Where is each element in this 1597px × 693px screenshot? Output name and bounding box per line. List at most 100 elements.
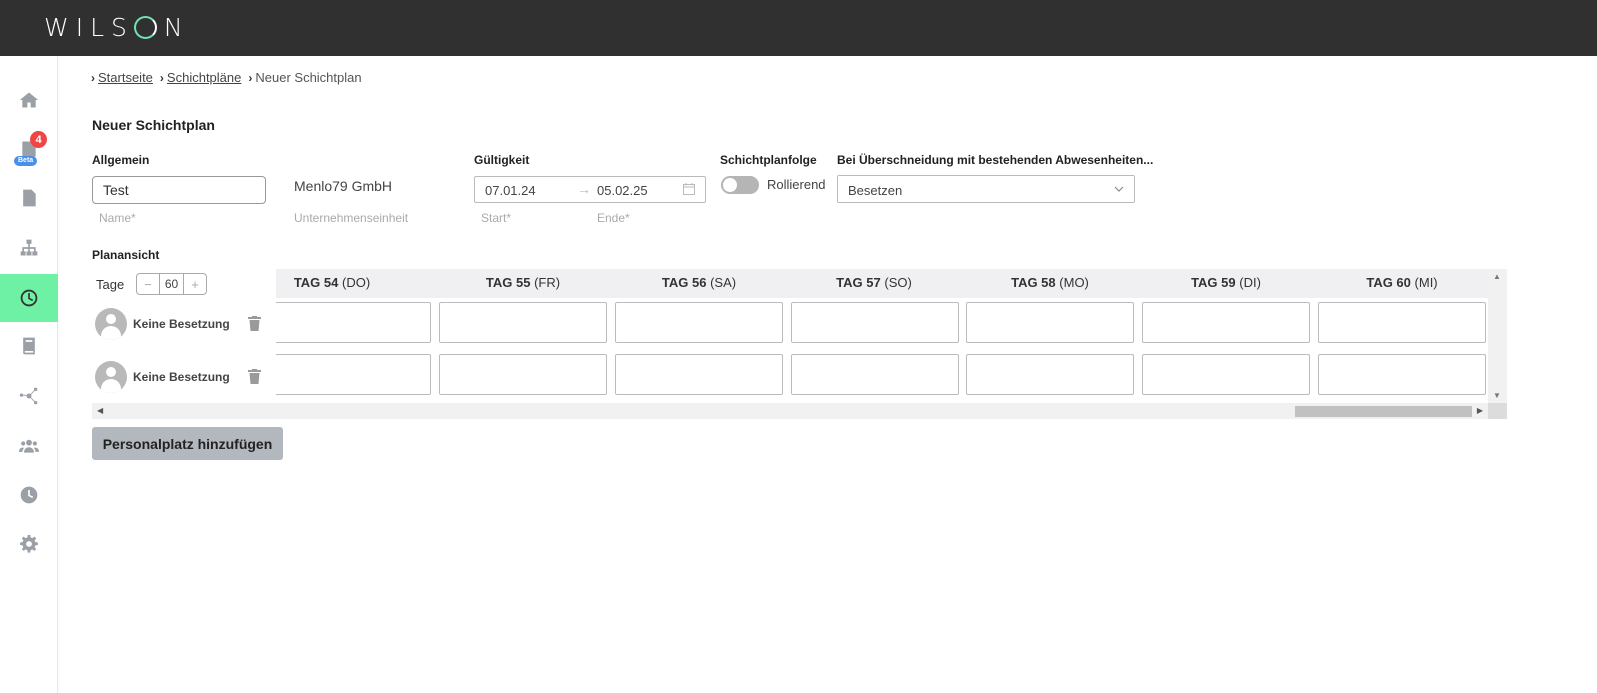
shift-cell[interactable] — [791, 354, 959, 395]
shift-cell[interactable] — [1318, 354, 1486, 395]
overlap-select[interactable]: Besetzen — [837, 175, 1135, 203]
notification-badge: 4 — [30, 131, 47, 148]
day-column-header: TAG 60 (MI) — [1366, 275, 1438, 290]
scroll-up-arrow-icon[interactable]: ▲ — [1493, 272, 1501, 281]
vertical-scrollbar[interactable]: ▲ ▼ — [1488, 269, 1507, 403]
sidebar-item-report[interactable] — [0, 174, 58, 222]
person-name: Keine Besetzung — [133, 317, 230, 331]
network-icon — [20, 239, 38, 256]
validity-label: Gültigkeit — [474, 153, 530, 167]
logo-text-suffix: N — [163, 12, 190, 42]
shift-cell[interactable] — [966, 354, 1134, 395]
breadcrumb: › Startseite › Schichtpläne › Neuer Schi… — [91, 70, 362, 85]
horizontal-scroll-thumb[interactable] — [1295, 406, 1472, 417]
person-name: Keine Besetzung — [133, 370, 230, 384]
sidebar-item-organization[interactable] — [0, 224, 58, 272]
avatar — [95, 308, 127, 340]
shift-cell[interactable] — [439, 354, 607, 395]
rolling-toggle-label: Rollierend — [767, 177, 826, 192]
days-stepper: − 60 + — [136, 273, 207, 295]
sidebar-item-users[interactable] — [0, 422, 58, 470]
wilson-logo[interactable]: WILS N — [44, 12, 190, 42]
chevron-down-icon — [1114, 186, 1124, 192]
end-hint: Ende* — [597, 211, 630, 225]
sequence-label: Schichtplanfolge — [720, 153, 817, 167]
horizontal-scrollbar[interactable]: ◀ ▶ — [92, 403, 1488, 419]
sidebar-item-settings[interactable] — [0, 520, 58, 568]
days-label: Tage — [96, 277, 125, 292]
trash-icon[interactable] — [248, 369, 261, 384]
day-column-header: TAG 59 (DI) — [1191, 275, 1261, 290]
day-column-header: TAG 55 (FR) — [485, 275, 561, 290]
shift-cell[interactable] — [1142, 302, 1310, 343]
logo-ring-icon — [133, 15, 157, 39]
days-value[interactable]: 60 — [159, 274, 184, 294]
shift-row-person: Keine Besetzung — [95, 308, 230, 340]
start-date[interactable]: 07.01.24 — [485, 183, 536, 198]
column-clip — [262, 300, 276, 400]
day-column-header: TAG 56 (SA) — [661, 275, 737, 290]
logo-text-prefix: WILS — [44, 12, 134, 42]
scrollbar-corner — [1488, 403, 1507, 419]
scroll-right-arrow-icon[interactable]: ▶ — [1477, 406, 1483, 415]
add-staff-slot-button[interactable]: Personalplatz hinzufügen — [92, 427, 283, 460]
sidebar-item-book[interactable] — [0, 322, 58, 370]
shift-cell[interactable] — [966, 302, 1134, 343]
days-decrement-button[interactable]: − — [137, 274, 159, 294]
shift-row-person: Keine Besetzung — [95, 361, 230, 393]
shift-cell[interactable] — [1142, 354, 1310, 395]
alert-file-icon — [23, 189, 36, 207]
shift-cell[interactable] — [262, 354, 431, 395]
date-range-picker[interactable]: 07.01.24 → 05.02.25 — [474, 176, 706, 203]
sidebar-item-time[interactable] — [0, 471, 58, 519]
overlap-label: Bei Überschneidung mit bestehenden Abwes… — [837, 153, 1154, 167]
sidebar: 4 Beta — [0, 56, 58, 693]
book-icon — [23, 337, 35, 355]
general-label: Allgemein — [92, 153, 150, 167]
overlap-select-value: Besetzen — [848, 183, 903, 198]
shift-cell[interactable] — [615, 354, 783, 395]
company-hint: Unternehmenseinheit — [294, 211, 409, 225]
end-date[interactable]: 05.02.25 — [597, 183, 648, 198]
chevron-right-icon: › — [159, 70, 164, 85]
shift-cell[interactable] — [262, 302, 431, 343]
rolling-toggle[interactable] — [721, 176, 759, 194]
clock-solid-icon — [20, 486, 38, 504]
breadcrumb-current: Neuer Schichtplan — [255, 70, 362, 85]
sidebar-item-documents[interactable]: 4 Beta — [0, 125, 58, 173]
page-title: Neuer Schichtplan — [92, 117, 215, 133]
breadcrumb-link-shiftplans[interactable]: Schichtpläne — [167, 70, 241, 85]
day-column-header: TAG 57 (SO) — [836, 275, 912, 290]
clock-icon — [20, 289, 38, 307]
plan-view-label: Planansicht — [92, 248, 160, 262]
home-icon — [19, 92, 39, 108]
shift-cell[interactable] — [791, 302, 959, 343]
shift-cell[interactable] — [615, 302, 783, 343]
top-bar: WILS N — [0, 0, 1597, 56]
gear-icon — [20, 534, 38, 553]
day-column-header: TAG 54 (DO) — [293, 275, 371, 290]
arrow-right-icon: → — [577, 181, 591, 197]
scroll-left-arrow-icon[interactable]: ◀ — [97, 406, 103, 415]
days-increment-button[interactable]: + — [184, 274, 206, 294]
shift-cell[interactable] — [439, 302, 607, 343]
nodes-icon — [19, 387, 38, 405]
toggle-knob — [723, 178, 737, 192]
sidebar-item-home[interactable] — [0, 76, 58, 124]
breadcrumb-link-home[interactable]: Startseite — [98, 70, 153, 85]
company-value: Menlo79 GmbH — [294, 178, 393, 194]
day-column-header: TAG 58 (MO) — [1011, 275, 1089, 290]
start-hint: Start* — [481, 211, 512, 225]
avatar — [95, 361, 127, 393]
name-hint: Name* — [99, 211, 136, 225]
shift-cell[interactable] — [1318, 302, 1486, 343]
chevron-right-icon: › — [248, 70, 253, 85]
calendar-icon — [683, 183, 695, 195]
users-icon — [19, 439, 39, 453]
scroll-down-arrow-icon[interactable]: ▼ — [1493, 391, 1501, 400]
beta-tag: Beta — [14, 156, 38, 166]
trash-icon[interactable] — [248, 316, 261, 331]
name-input[interactable] — [92, 176, 266, 204]
sidebar-item-connections[interactable] — [0, 372, 58, 420]
sidebar-item-shifts[interactable] — [0, 274, 58, 322]
